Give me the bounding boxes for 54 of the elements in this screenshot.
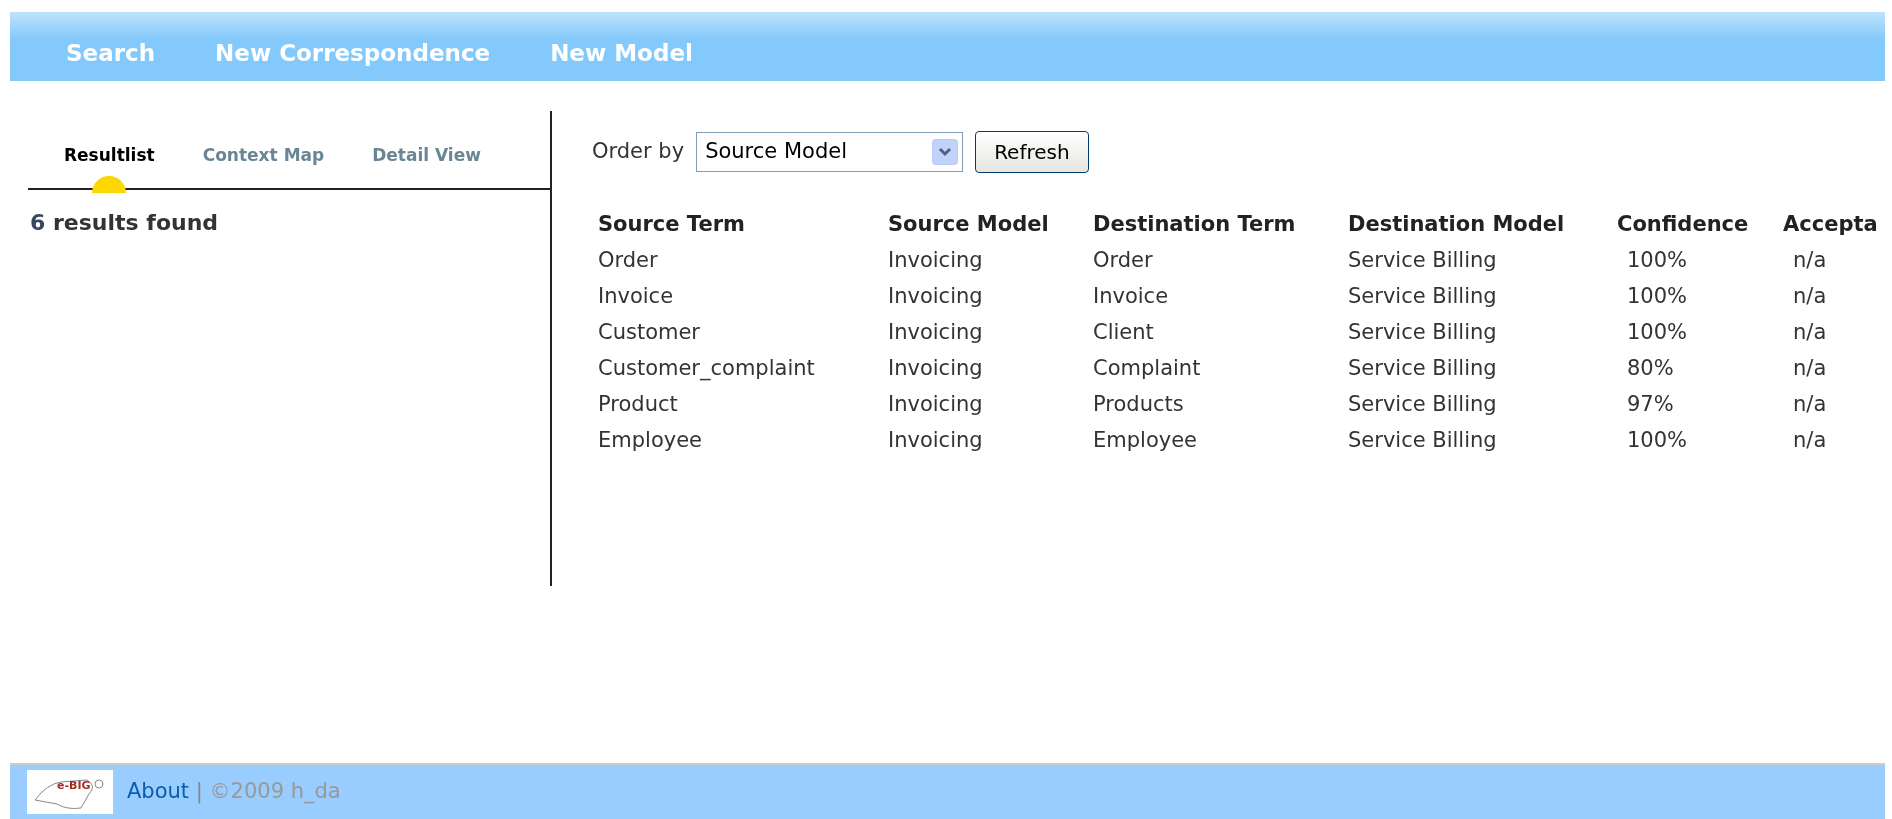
table-cell-text: n/a [1792,247,1828,275]
table-cell-text: Product [598,391,679,419]
table-cell-text: Order [598,247,659,275]
table-cell-text: Complaint [1093,355,1202,383]
separator: | [195,779,203,804]
selected-indicator [92,176,127,193]
order-by-dropdown[interactable]: Source Model [696,132,964,172]
table-cell-text: Customer [598,319,701,347]
table-cell-text: Invoicing [888,391,984,419]
tab[interactable]: Detail View [372,143,481,169]
table-cell-text: Service Billing [1348,427,1498,455]
table-cell-text: Invoicing [888,283,984,311]
table-cell-text: 100% [1626,247,1689,275]
table-cell-text: n/a [1792,391,1828,419]
table-cell-text: Invoice [1093,283,1170,311]
table-cell-text: 100% [1626,319,1689,347]
order-by-label: Order by [592,138,685,166]
table-cell-text: n/a [1792,319,1828,347]
logo: e-BIG [27,770,113,814]
table-cell-text: n/a [1792,427,1828,455]
table-cell-text: Products [1093,391,1185,419]
column-header: Destination Term [1093,211,1297,239]
column-header: Source Term [598,211,746,239]
column-header: Destination Model [1348,211,1566,239]
table-cell-text: Service Billing [1348,247,1498,275]
table-cell-text: Invoicing [888,355,984,383]
table-cell-text: Service Billing [1348,319,1498,347]
table-cell-text: Employee [1093,427,1198,455]
table-cell-text: Customer_complaint [598,355,816,383]
table-cell-text: n/a [1792,355,1828,383]
table-cell-text: Order [1093,247,1154,275]
about-link[interactable]: About [127,779,190,804]
copyright-text: ©2009 h_da [209,779,341,804]
tab[interactable]: Context Map [202,143,325,169]
tab[interactable]: Resultlist [64,143,155,169]
table-cell-text: 100% [1626,427,1689,455]
table-cell-text: Service Billing [1348,283,1498,311]
table-cell-text: n/a [1792,283,1828,311]
table-cell-text: 100% [1626,283,1689,311]
table-cell-text: 97% [1626,391,1675,419]
table-cell-text: Invoicing [888,247,984,275]
table-cell-text: Invoicing [888,427,984,455]
table-cell-text: Invoice [598,283,675,311]
table-cell-text: Service Billing [1348,355,1498,383]
table-cell-text: Client [1093,319,1155,347]
refresh-button[interactable]: Refresh [975,131,1089,173]
column-header: Source Model [888,211,1050,239]
table-cell-text: Service Billing [1348,391,1498,419]
column-header: Confidence [1617,207,1783,243]
results-count: 6 results found [30,209,220,237]
column-header: Accepta [1783,211,1879,239]
table-cell-text: Invoicing [888,319,984,347]
table-cell-text: Employee [598,427,703,455]
table-cell-text: 80% [1626,355,1675,383]
